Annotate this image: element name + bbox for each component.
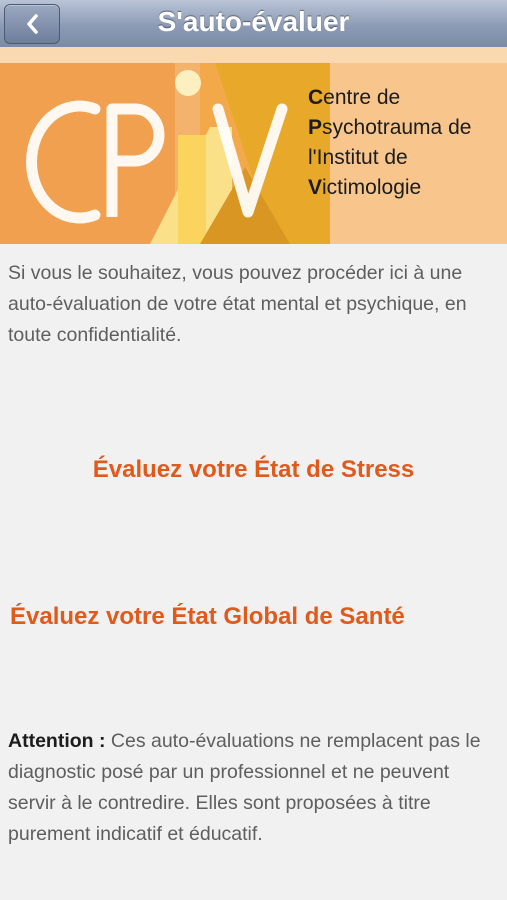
logo-title: Centre de Psychotrauma de l'Institut de …	[308, 83, 507, 203]
chevron-left-icon	[25, 13, 39, 35]
logo-line-3: l'Institut de	[308, 146, 408, 169]
cpiv-logo-image	[0, 63, 330, 244]
logo-line-1: Centre de	[308, 86, 401, 109]
intro-text: Si vous le souhaitez, vous pouvez procéd…	[8, 262, 467, 346]
back-button[interactable]	[4, 4, 60, 44]
evaluate-stress-link[interactable]: Évaluez votre État de Stress	[0, 456, 507, 484]
warning-text: Attention : Ces auto-évaluations ne remp…	[8, 726, 498, 850]
warning-label: Attention :	[8, 730, 106, 752]
evaluate-health-link[interactable]: Évaluez votre État Global de Santé	[10, 603, 507, 631]
logo-line-4: Victimologie	[308, 176, 422, 199]
page-title: S'auto-évaluer	[157, 6, 350, 37]
logo-line-2: Psychotrauma de	[308, 116, 472, 139]
navigation-bar: S'auto-évaluer	[0, 0, 507, 48]
logo-banner: Centre de Psychotrauma de l'Institut de …	[0, 47, 507, 244]
